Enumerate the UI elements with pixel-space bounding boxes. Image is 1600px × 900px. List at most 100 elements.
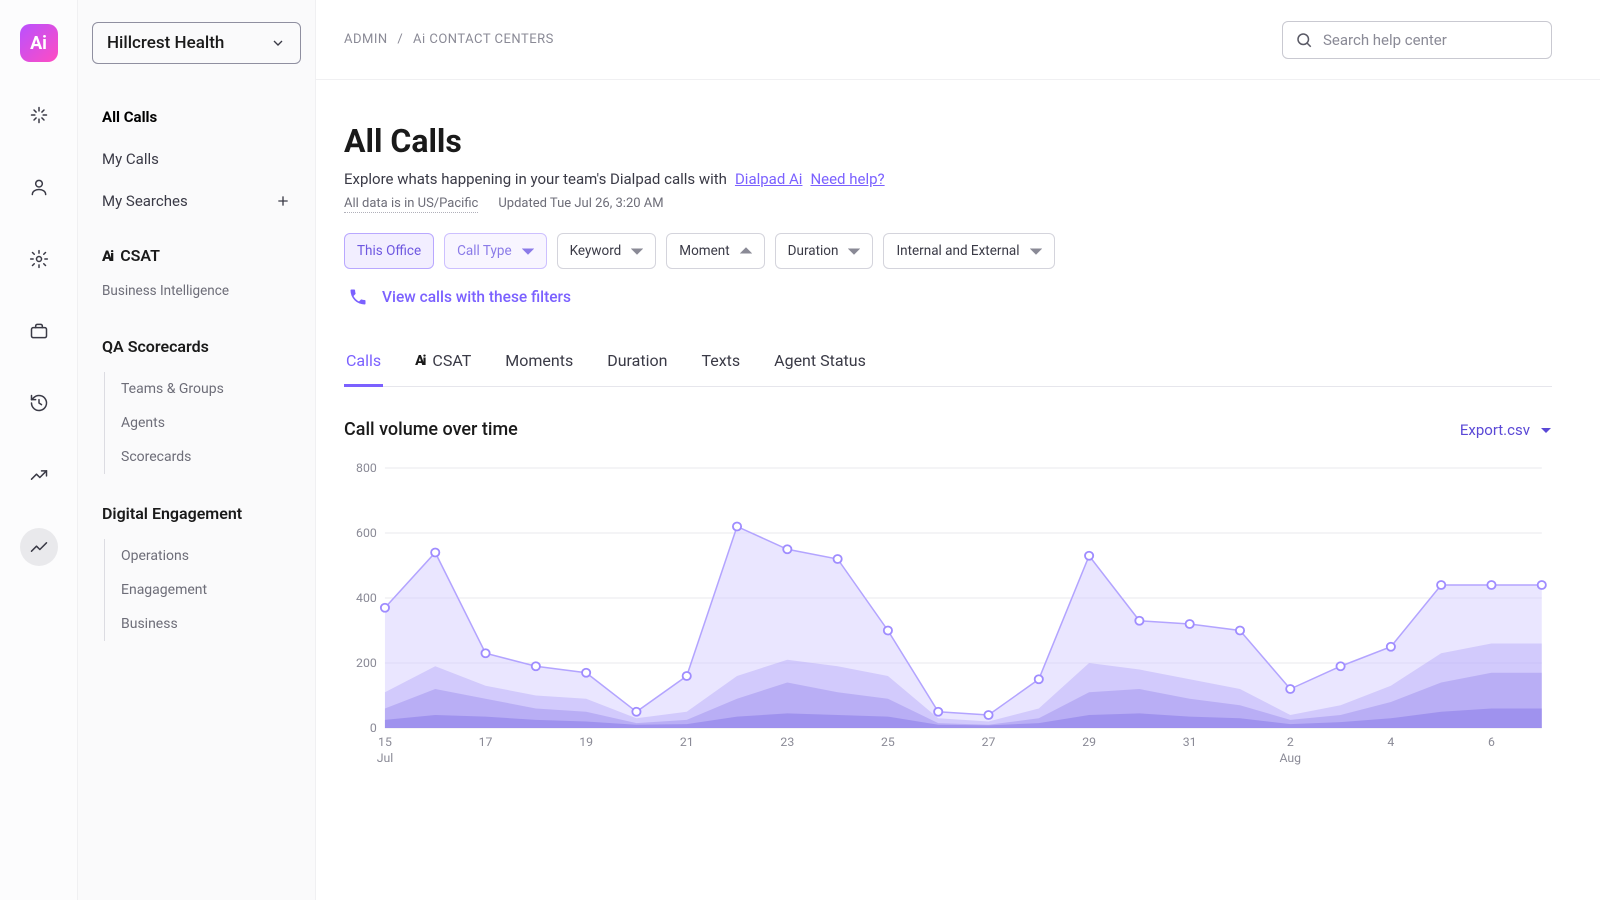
history-icon[interactable]: [20, 384, 58, 422]
svg-text:29: 29: [1082, 735, 1096, 749]
svg-text:4: 4: [1387, 735, 1394, 749]
sidebar-item-label: My Searches: [102, 192, 188, 210]
svg-text:Jul: Jul: [377, 751, 394, 765]
chip-label: Keyword: [570, 243, 622, 259]
sidebar-section-label: CSAT: [120, 246, 160, 265]
page-desc-text: Explore whats happening in your team's D…: [344, 170, 727, 188]
chip-label: Call Type: [457, 243, 512, 259]
filter-office[interactable]: This Office: [344, 233, 434, 269]
caret-down-icon: [1540, 424, 1552, 436]
tab-agent-status[interactable]: Agent Status: [772, 339, 868, 387]
svg-text:400: 400: [356, 591, 377, 605]
chip-label: Internal and External: [896, 243, 1019, 259]
briefcase-icon[interactable]: [20, 312, 58, 350]
ai-glyph-icon: Ai: [102, 247, 112, 265]
svg-text:2: 2: [1287, 735, 1294, 749]
view-calls-link[interactable]: View calls with these filters: [344, 287, 1552, 307]
org-name: Hillcrest Health: [107, 33, 224, 53]
svg-text:200: 200: [356, 656, 377, 670]
plus-icon[interactable]: [275, 193, 291, 209]
sidebar-qa-group: Teams & Groups Agents Scorecards: [104, 372, 315, 474]
tab-duration[interactable]: Duration: [605, 339, 669, 387]
gear-icon[interactable]: [20, 240, 58, 278]
sidebar-item-my-searches[interactable]: My Searches: [78, 180, 315, 222]
tab-calls[interactable]: Calls: [344, 339, 383, 387]
user-icon[interactable]: [20, 168, 58, 206]
filter-bar: This Office Call Type Keyword Moment Dur…: [344, 233, 1552, 269]
svg-text:800: 800: [356, 461, 377, 475]
svg-text:6: 6: [1488, 735, 1495, 749]
filter-scope[interactable]: Internal and External: [883, 233, 1054, 269]
breadcrumb: ADMIN / Ai CONTACT CENTERS: [344, 32, 554, 47]
tab-texts[interactable]: Texts: [699, 339, 742, 387]
sidebar-item-agents[interactable]: Agents: [105, 406, 315, 440]
search-placeholder: Search help center: [1323, 31, 1447, 49]
main: ADMIN / Ai CONTACT CENTERS Search help c…: [316, 0, 1600, 900]
sidebar-item-my-calls[interactable]: My Calls: [78, 138, 315, 180]
svg-text:21: 21: [680, 735, 694, 749]
sidebar-item-engagement[interactable]: Enagagement: [105, 573, 315, 607]
svg-text:31: 31: [1183, 735, 1197, 749]
svg-text:23: 23: [780, 735, 794, 749]
export-label: Export.csv: [1460, 421, 1530, 439]
sidebar-item-business[interactable]: Business: [105, 607, 315, 641]
sidebar-section-qa: QA Scorecards: [78, 307, 315, 366]
page-title: All Calls: [344, 122, 1552, 160]
search-icon: [1295, 31, 1313, 49]
chart: 020040060080015Jul17192123252729312Aug46: [344, 458, 1552, 782]
breadcrumb-section[interactable]: Ai CONTACT CENTERS: [413, 32, 554, 47]
phone-icon: [348, 287, 368, 307]
svg-text:27: 27: [982, 735, 996, 749]
caret-down-icon: [848, 245, 860, 257]
filter-call-type[interactable]: Call Type: [444, 233, 547, 269]
page-description: Explore whats happening in your team's D…: [344, 170, 1552, 188]
chip-label: This Office: [357, 243, 421, 259]
icon-rail: Ai: [0, 0, 78, 900]
export-button[interactable]: Export.csv: [1460, 421, 1552, 439]
trend-up-icon[interactable]: [20, 456, 58, 494]
chip-label: Duration: [788, 243, 839, 259]
caret-down-icon: [631, 245, 643, 257]
caret-down-icon: [1030, 245, 1042, 257]
topbar: ADMIN / Ai CONTACT CENTERS Search help c…: [316, 0, 1600, 80]
tab-label: CSAT: [432, 351, 471, 370]
content: All Calls Explore whats happening in you…: [316, 80, 1600, 782]
trend-line-icon[interactable]: [20, 528, 58, 566]
svg-text:19: 19: [579, 735, 593, 749]
sidebar-item-operations[interactable]: Operations: [105, 539, 315, 573]
filter-duration[interactable]: Duration: [775, 233, 874, 269]
chart-title: Call volume over time: [344, 419, 518, 440]
svg-text:0: 0: [370, 721, 377, 735]
tab-moments[interactable]: Moments: [503, 339, 575, 387]
chart-svg: 020040060080015Jul17192123252729312Aug46: [344, 458, 1552, 778]
breadcrumb-admin[interactable]: ADMIN: [344, 32, 388, 47]
caret-up-icon: [740, 245, 752, 257]
caret-down-icon: [522, 245, 534, 257]
sidebar-item-all-calls[interactable]: All Calls: [78, 96, 315, 138]
filter-keyword[interactable]: Keyword: [557, 233, 657, 269]
timezone-note: All data is in US/Pacific: [344, 196, 478, 213]
sidebar-item-scorecards[interactable]: Scorecards: [105, 440, 315, 474]
sidebar-section-csat: Ai CSAT: [78, 222, 315, 275]
sidebar-de-group: Operations Enagagement Business: [104, 539, 315, 641]
tab-csat[interactable]: Ai CSAT: [413, 339, 473, 387]
link-need-help[interactable]: Need help?: [810, 170, 884, 188]
org-selector[interactable]: Hillcrest Health: [92, 22, 301, 64]
app-logo: Ai: [20, 24, 58, 62]
search-input[interactable]: Search help center: [1282, 21, 1552, 59]
svg-text:17: 17: [479, 735, 493, 749]
breadcrumb-sep: /: [397, 32, 403, 47]
svg-text:25: 25: [881, 735, 895, 749]
ai-glyph-icon: Ai: [415, 353, 424, 369]
sidebar-item-teams[interactable]: Teams & Groups: [105, 372, 315, 406]
chevron-down-icon: [270, 35, 286, 51]
link-dialpad-ai[interactable]: Dialpad Ai: [735, 170, 803, 188]
filter-moment[interactable]: Moment: [666, 233, 764, 269]
svg-text:600: 600: [356, 526, 377, 540]
sidebar-item-bi[interactable]: Business Intelligence: [78, 275, 315, 307]
tabs: Calls Ai CSAT Moments Duration Texts Age…: [344, 339, 1552, 387]
svg-text:15: 15: [378, 735, 392, 749]
sparkle-icon[interactable]: [20, 96, 58, 134]
chip-label: Moment: [679, 243, 729, 259]
page-meta: All data is in US/Pacific Updated Tue Ju…: [344, 196, 1552, 213]
